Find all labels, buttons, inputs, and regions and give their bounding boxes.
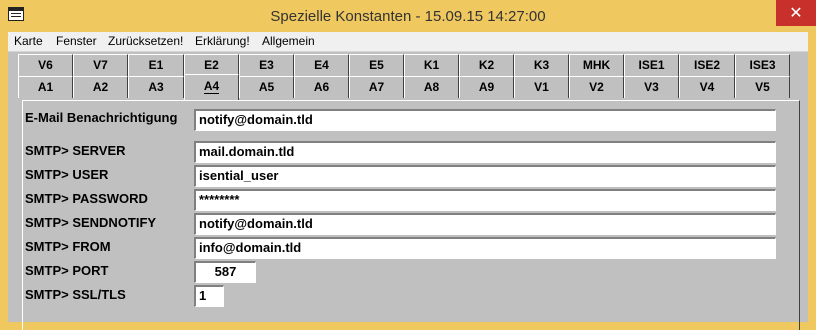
tab-a9[interactable]: A9	[459, 76, 514, 98]
tab-ise3[interactable]: ISE3	[735, 54, 790, 76]
password-field[interactable]: ********	[194, 189, 776, 211]
title-bar: Spezielle Konstanten - 15.09.15 14:27:00…	[0, 0, 816, 32]
tab-k1[interactable]: K1	[404, 54, 459, 76]
tab-v1[interactable]: V1	[514, 76, 569, 98]
from-label: SMTP> FROM	[25, 239, 111, 254]
from-field[interactable]: info@domain.tld	[194, 237, 776, 259]
tab-a4[interactable]: A4	[184, 74, 239, 100]
tab-a1[interactable]: A1	[18, 76, 73, 98]
email-field[interactable]: notify@domain.tld	[194, 109, 776, 131]
menu-karte[interactable]: Karte	[14, 34, 43, 48]
tab-a7[interactable]: A7	[349, 76, 404, 98]
tab-v4[interactable]: V4	[679, 76, 735, 98]
sendnotify-field[interactable]: notify@domain.tld	[194, 213, 776, 235]
user-label: SMTP> USER	[25, 167, 109, 182]
tab-k3[interactable]: K3	[514, 54, 569, 76]
ssl-label: SMTP> SSL/TLS	[25, 287, 126, 302]
tab-a2[interactable]: A2	[73, 76, 128, 98]
tab-e1[interactable]: E1	[128, 54, 184, 76]
window-title: Spezielle Konstanten - 15.09.15 14:27:00	[270, 8, 546, 25]
tab-e2[interactable]: E2	[184, 54, 239, 76]
tab-v7[interactable]: V7	[73, 54, 128, 76]
tab-ise2[interactable]: ISE2	[679, 54, 735, 76]
password-label: SMTP> PASSWORD	[25, 191, 148, 206]
tab-v2[interactable]: V2	[569, 76, 624, 98]
tab-a8[interactable]: A8	[404, 76, 459, 98]
close-button[interactable]: ✕	[776, 0, 816, 26]
port-field[interactable]: 587	[194, 261, 256, 283]
tab-e4[interactable]: E4	[294, 54, 349, 76]
tab-v6[interactable]: V6	[18, 54, 73, 76]
user-field[interactable]: isential_user	[194, 165, 776, 187]
tab-dialog: V6 V7 E1 E2 E3 E4 E5 K1 K2 K3 MHK ISE1 I…	[8, 52, 808, 330]
email-label: E-Mail Benachrichtigung	[25, 110, 178, 125]
sendnotify-label: SMTP> SENDNOTIFY	[25, 215, 157, 230]
menu-zuruecksetzen[interactable]: Zurücksetzen!	[108, 34, 183, 48]
tab-e5[interactable]: E5	[349, 54, 404, 76]
tab-k2[interactable]: K2	[459, 54, 514, 76]
port-label: SMTP> PORT	[25, 263, 109, 278]
menu-fenster[interactable]: Fenster	[56, 34, 97, 48]
menu-erklaerung[interactable]: Erklärung!	[195, 34, 250, 48]
tab-a6[interactable]: A6	[294, 76, 349, 98]
ssl-field[interactable]: 1	[194, 285, 224, 307]
tab-a3[interactable]: A3	[128, 76, 184, 98]
tab-e3[interactable]: E3	[239, 54, 294, 76]
tab-mhk[interactable]: MHK	[569, 54, 624, 76]
server-field[interactable]: mail.domain.tld	[194, 141, 776, 163]
tab-v3[interactable]: V3	[624, 76, 679, 98]
tab-v5[interactable]: V5	[735, 76, 790, 98]
menu-allgemein[interactable]: Allgemein	[262, 34, 315, 48]
menu-bar: Karte Fenster Zurücksetzen! Erklärung! A…	[8, 32, 808, 52]
tab-a4-label: A4	[203, 79, 220, 94]
tab-ise1[interactable]: ISE1	[624, 54, 679, 76]
tab-a5[interactable]: A5	[239, 76, 294, 98]
server-label: SMTP> SERVER	[25, 143, 126, 158]
